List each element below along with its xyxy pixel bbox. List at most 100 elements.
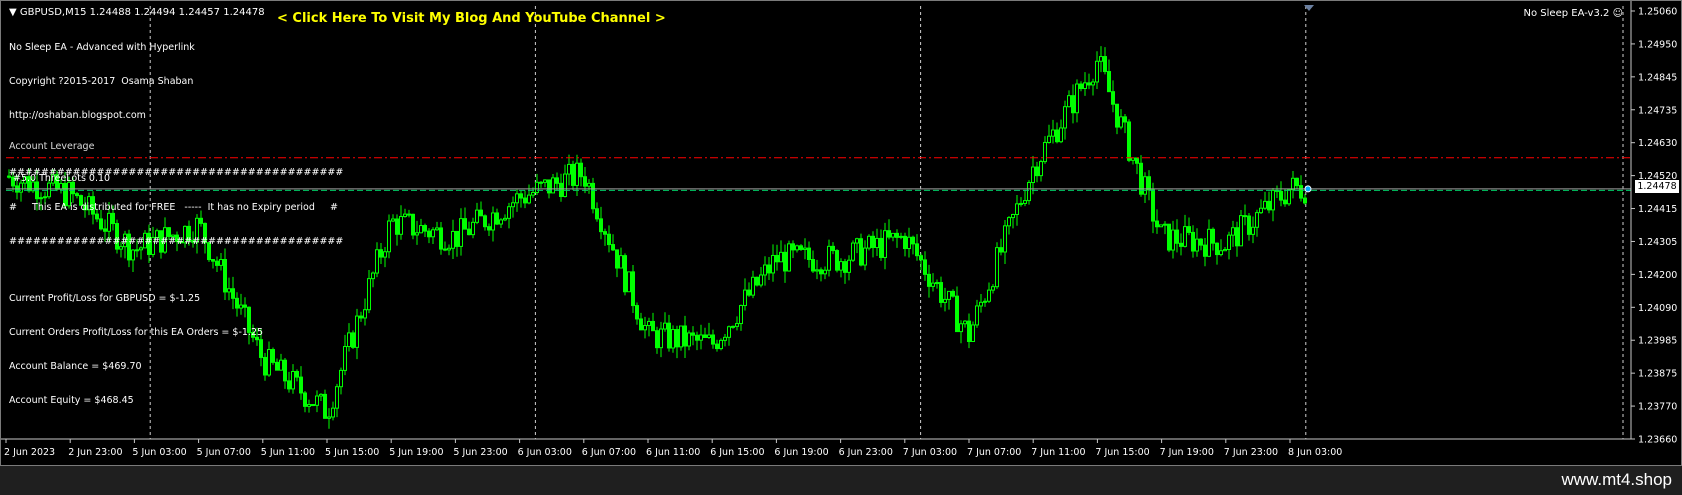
time-tick-label: 7 Jun 23:00 <box>1224 447 1278 458</box>
candle-body <box>623 255 627 293</box>
current-price-label: 1.24478 <box>1635 180 1679 193</box>
candle-body <box>883 230 887 258</box>
price-tick-label: 1.24950 <box>1638 39 1677 50</box>
time-tick-label: 5 Jun 03:00 <box>132 447 186 458</box>
candle-body <box>1159 224 1163 228</box>
candle-body <box>611 244 615 251</box>
candle-body <box>463 218 467 230</box>
candle-body <box>655 330 659 349</box>
candle-body <box>775 254 779 263</box>
candle-body <box>587 182 591 187</box>
candle-body <box>727 326 731 338</box>
candle-body <box>523 197 527 204</box>
candle-body <box>491 212 495 231</box>
candle-body <box>1171 229 1175 251</box>
price-tick-label: 1.24090 <box>1638 303 1677 314</box>
smiley-icon: ☺ <box>1612 8 1623 19</box>
candle-body <box>451 230 455 249</box>
candle-body <box>419 225 423 234</box>
candle-body <box>799 245 803 250</box>
price-tick-label: 1.24845 <box>1638 72 1677 83</box>
candle-body <box>427 230 431 238</box>
candle-body <box>559 182 563 197</box>
candle-body <box>1259 207 1263 214</box>
candle-body <box>731 325 735 328</box>
site-watermark: www.mt4.shop <box>1561 470 1672 489</box>
candle-body <box>619 255 623 269</box>
candle-body <box>991 286 995 291</box>
candle-body <box>1047 135 1051 143</box>
ea-name: No Sleep EA-v3.2 <box>1523 8 1610 19</box>
candle-body <box>495 212 499 225</box>
candle-body <box>967 320 971 342</box>
candle-body <box>595 208 599 220</box>
candle-body <box>687 332 691 347</box>
candle-body <box>899 235 903 238</box>
ea-info-panel: No Sleep EA - Advanced with Hyperlink Co… <box>9 19 343 430</box>
ea-badge: No Sleep EA-v3.2 ☺ <box>1524 8 1623 19</box>
time-tick-label: 7 Jun 03:00 <box>903 447 957 458</box>
candle-body <box>571 163 575 186</box>
candle-body <box>791 243 795 251</box>
time-tick-label: 6 Jun 23:00 <box>839 447 893 458</box>
candle-body <box>995 247 999 288</box>
candle-body <box>847 259 851 273</box>
info-line: ########################################… <box>9 235 344 247</box>
candle-body <box>735 323 739 327</box>
price-tick-label: 1.24415 <box>1638 204 1677 215</box>
candle-body <box>1299 185 1303 199</box>
time-tick-label: 7 Jun 11:00 <box>1031 447 1085 458</box>
candle-body <box>1235 227 1239 247</box>
candle-body <box>1207 228 1211 257</box>
candle-body <box>691 332 695 336</box>
candle-body <box>1243 215 1247 218</box>
candle-body <box>1103 56 1107 73</box>
candle-body <box>1203 244 1207 257</box>
candle-body <box>1087 82 1091 86</box>
position-marker-icon[interactable] <box>1304 185 1312 193</box>
candle-body <box>675 329 679 348</box>
info-line: Current Orders Profit/Loss for this EA O… <box>9 326 264 338</box>
candle-body <box>887 230 891 238</box>
price-tick-label: 1.24200 <box>1638 270 1677 281</box>
info-line: Account Equity = $468.45 <box>9 395 134 407</box>
candle-body <box>683 325 687 347</box>
candle-body <box>519 193 523 199</box>
candle-body <box>1195 238 1199 252</box>
candle-body <box>1095 60 1099 83</box>
candle-body <box>1119 116 1123 128</box>
price-tick-label: 1.24305 <box>1638 237 1677 248</box>
candle-body <box>1035 166 1039 177</box>
candle-body <box>1183 226 1187 247</box>
candle-body <box>579 162 583 178</box>
candle-body <box>667 322 671 349</box>
candle-body <box>563 173 567 197</box>
price-tick-label: 1.24735 <box>1638 105 1677 116</box>
time-tick-label: 5 Jun 19:00 <box>389 447 443 458</box>
price-tick-label: 1.23875 <box>1638 369 1677 380</box>
candle-body <box>1075 83 1079 114</box>
candle-body <box>627 271 631 293</box>
candle-body <box>839 261 843 271</box>
candle-body <box>751 276 755 296</box>
candle-body <box>1099 56 1103 62</box>
candle-body <box>1263 200 1267 209</box>
candle-body <box>1247 215 1251 235</box>
candle-body <box>1295 177 1299 187</box>
collapse-triangle-icon[interactable]: ▼ <box>9 7 17 18</box>
candle-body <box>1051 129 1055 137</box>
info-line: http://oshaban.blogspot.com <box>9 110 146 122</box>
candle-body <box>399 216 403 235</box>
candle-body <box>547 179 551 194</box>
time-tick-label: 6 Jun 03:00 <box>518 447 572 458</box>
time-tick-label: 6 Jun 19:00 <box>774 447 828 458</box>
account-leverage-overlap: Account Leverage <box>9 141 95 152</box>
chart-window[interactable]: 1.25060 1.24950 1.24845 1.24735 1.24630 1.245… <box>0 0 1682 466</box>
candle-body <box>435 227 439 231</box>
candle-body <box>907 236 911 250</box>
candle-body <box>659 328 663 349</box>
candle-body <box>1111 91 1115 105</box>
candle-body <box>1179 242 1183 247</box>
candle-body <box>1231 227 1235 236</box>
candle-body <box>487 226 491 231</box>
